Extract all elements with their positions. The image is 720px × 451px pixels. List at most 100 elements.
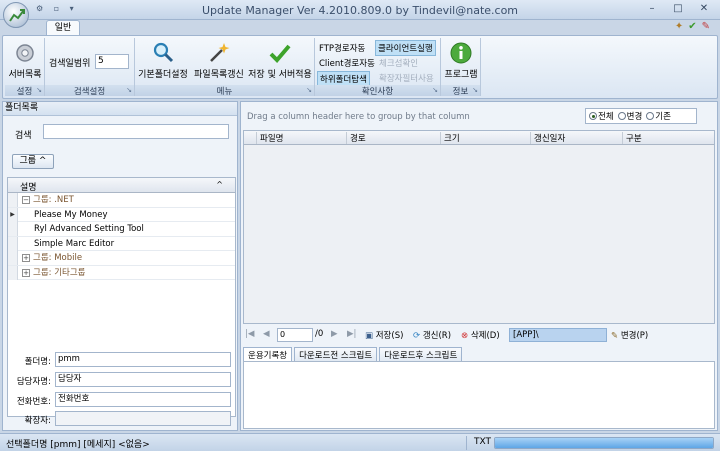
check-icon[interactable]: ✔ <box>688 21 696 32</box>
file-list-panel: Drag a column header here to group by th… <box>240 101 718 431</box>
folder-grid-header[interactable]: 설명 ^ <box>8 178 235 193</box>
file-table-header: 파일명 경로 크기 갱신일자 구분 <box>244 131 714 145</box>
wand-icon[interactable]: ✦ <box>675 21 683 32</box>
group-settings-label: 설정 <box>16 87 33 97</box>
program-info-button[interactable]: 프로그램 <box>441 41 481 80</box>
column-size[interactable]: 크기 <box>440 132 460 144</box>
dialog-launcher-icon[interactable]: ↘ <box>432 86 438 94</box>
phone-field[interactable]: 전화번호 <box>55 392 231 407</box>
info-icon <box>450 42 472 64</box>
save-apply-label: 저장 및 서버적용 <box>248 70 312 80</box>
tab-operation-log[interactable]: 운용기록창 <box>243 347 293 361</box>
operation-log-area[interactable] <box>243 361 715 429</box>
change-button[interactable]: ✎ 변경(P) <box>611 329 648 341</box>
filter-radio-group: 전체 변경 기존 <box>585 108 697 124</box>
status-bar: 선택폴더명 [pmm] [메세지] <없음> TXT <box>0 433 720 451</box>
group-search-settings: 검색일범위 5 검색설정 ↘ <box>45 38 135 97</box>
title-bar: ⚙ ▫ ▾ Update Manager Ver 4.2010.809.0 by… <box>0 0 720 20</box>
column-filename[interactable]: 파일명 <box>256 132 283 144</box>
status-message: 선택폴더명 [pmm] [메세지] <없음> <box>6 440 150 450</box>
expand-icon[interactable]: + <box>22 268 30 277</box>
save-apply-button[interactable]: 저장 및 서버적용 <box>247 41 313 80</box>
group-search-settings-label: 검색설정 <box>73 87 106 97</box>
save-button[interactable]: ▣ 저장(S) <box>365 329 403 341</box>
dialog-launcher-icon[interactable]: ↘ <box>472 86 478 94</box>
grid-row[interactable]: ▶ Please My Money <box>8 207 235 222</box>
save-icon: ▣ <box>365 331 374 341</box>
group-info: 프로그램 정보 ↘ <box>441 38 481 97</box>
first-page-icon[interactable]: |◀ <box>245 329 254 339</box>
tab-pre-download-script[interactable]: 다운로드전 스크립트 <box>294 347 378 361</box>
delete-button[interactable]: ⊗ 삭제(D) <box>461 329 500 341</box>
search-range-input[interactable]: 5 <box>95 54 129 69</box>
progress-fill <box>495 438 713 448</box>
refresh-button[interactable]: ⟳ 갱신(R) <box>413 329 451 341</box>
group-check: FTP경로자동 클라이언트실행 Client경로자동 체크섬확인 하위폴더탐색 … <box>315 38 441 97</box>
dialog-launcher-icon[interactable]: ↘ <box>126 86 132 94</box>
grid-group-row[interactable]: + 그룹: 기타그룹 <box>8 265 235 280</box>
manager-field[interactable]: 담당자 <box>55 372 231 387</box>
radio-all[interactable]: 전체 <box>589 110 614 122</box>
refresh-icon: ⟳ <box>413 331 421 341</box>
page-number-input[interactable]: 0 <box>277 328 313 342</box>
app-menu-icon[interactable] <box>3 2 29 28</box>
tab-general[interactable]: 일반 <box>46 20 80 36</box>
column-updated[interactable]: 갱신일자 <box>530 132 565 144</box>
grid-group-row[interactable]: − 그룹: .NET <box>8 193 235 208</box>
default-folder-button[interactable]: 기본폴더설정 <box>135 41 191 80</box>
group-menu-label: 메뉴 <box>216 87 233 97</box>
edit-icon: ✎ <box>611 331 619 341</box>
folder-name-field[interactable]: pmm <box>55 352 231 367</box>
radio-changed[interactable]: 변경 <box>617 110 642 122</box>
close-button[interactable]: ✕ <box>692 2 716 17</box>
prev-page-icon[interactable]: ◀ <box>263 329 270 339</box>
phone-label: 전화번호: <box>16 397 51 407</box>
group-by-hint: Drag a column header here to group by th… <box>247 112 470 122</box>
tab-post-download-script[interactable]: 다운로드후 스크립트 <box>379 347 463 361</box>
pin-icon[interactable]: ✎ <box>702 21 710 32</box>
folder-list-panel: 폴더목록 검색 그룹 ^ 설명 ^ − 그룹: .NET ▶ Please My M… <box>2 101 238 431</box>
maximize-button[interactable]: □ <box>666 2 690 17</box>
folder-search-input[interactable] <box>43 124 229 139</box>
radio-existing[interactable]: 기존 <box>646 110 671 122</box>
group-sort-button[interactable]: 그룹 ^ <box>12 154 54 169</box>
refresh-files-label: 파일목록갱신 <box>194 70 244 80</box>
server-list-button[interactable]: 서버목록 <box>7 41 43 80</box>
group-info-label: 정보 <box>452 87 469 97</box>
column-description[interactable]: 설명 <box>20 180 37 193</box>
extension-label: 확장자: <box>24 416 51 426</box>
file-table: 파일명 경로 크기 갱신일자 구분 <box>243 130 715 324</box>
group-menu: 기본폴더설정 파일목록갱신 저장 및 서버적용 메뉴 ↘ <box>135 38 315 97</box>
folder-name-label: 폴더명: <box>24 357 51 367</box>
group-settings: 서버목록 설정 ↘ <box>5 38 45 97</box>
minimize-button[interactable]: – <box>640 2 664 17</box>
app-path-field[interactable]: [APP]\ <box>509 328 607 342</box>
next-page-icon[interactable]: ▶ <box>331 329 338 339</box>
column-type[interactable]: 구분 <box>622 132 642 144</box>
search-label: 검색 <box>15 131 32 141</box>
client-path-auto-toggle[interactable]: Client경로자동 <box>317 56 377 70</box>
grid-group-row[interactable]: + 그룹: Mobile <box>8 251 235 266</box>
status-progress-bar <box>494 437 714 449</box>
checksum-toggle[interactable]: 체크섬확인 <box>377 56 420 70</box>
window-title: Update Manager Ver 4.2010.809.0 by Tinde… <box>201 4 519 17</box>
ftp-path-auto-toggle[interactable]: FTP경로자동 <box>317 41 367 55</box>
dialog-launcher-icon[interactable]: ↘ <box>36 86 42 94</box>
collapse-icon[interactable]: − <box>22 196 30 204</box>
last-page-icon[interactable]: ▶| <box>347 329 356 339</box>
refresh-files-button[interactable]: 파일목록갱신 <box>191 41 247 80</box>
extension-field[interactable] <box>55 411 231 426</box>
grid-row[interactable]: Ryl Advanced Setting Tool <box>8 222 235 237</box>
row-indicator-icon: ▶ <box>8 207 18 222</box>
column-path[interactable]: 경로 <box>346 132 366 144</box>
expand-icon[interactable]: + <box>22 254 30 262</box>
program-info-label: 프로그램 <box>444 70 478 80</box>
bottom-tabs: 운용기록창 다운로드전 스크립트 다운로드후 스크립트 <box>243 347 464 361</box>
group-check-label: 확인사항 <box>361 87 394 97</box>
magic-wand-icon <box>210 43 230 62</box>
dialog-launcher-icon[interactable]: ↘ <box>306 86 312 94</box>
grid-row[interactable]: Simple Marc Editor <box>8 236 235 251</box>
client-run-toggle[interactable]: 클라이언트실행 <box>375 40 436 56</box>
ribbon: 서버목록 설정 ↘ 검색일범위 5 검색설정 ↘ 기본폴더설정 파일목록갱신 저장 … <box>2 35 718 99</box>
ext-filter-toggle[interactable]: 확장자필터사용 <box>377 71 436 85</box>
